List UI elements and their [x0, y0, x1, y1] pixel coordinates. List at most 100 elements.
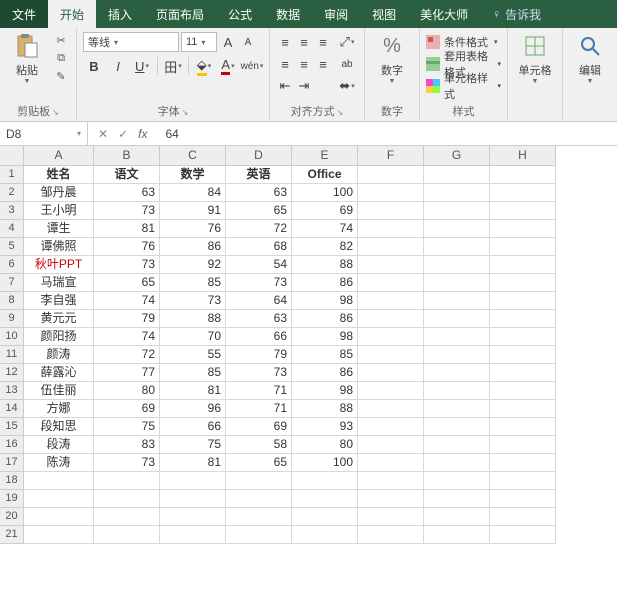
cell[interactable]: 71 — [226, 382, 292, 400]
cell[interactable] — [424, 202, 490, 220]
cell[interactable] — [424, 382, 490, 400]
cell[interactable]: 71 — [226, 400, 292, 418]
bold-button[interactable]: B — [83, 56, 105, 76]
select-all-corner[interactable] — [0, 146, 24, 166]
cell[interactable] — [226, 490, 292, 508]
row-header[interactable]: 17 — [0, 454, 24, 472]
cell[interactable]: 86 — [292, 310, 358, 328]
cell[interactable] — [358, 238, 424, 256]
cell[interactable]: 86 — [160, 238, 226, 256]
spreadsheet-grid[interactable]: ABCDEFGH 1姓名语文数学英语Office2邹丹晨6384631003王小… — [0, 146, 617, 544]
cell[interactable] — [490, 526, 556, 544]
cell[interactable] — [94, 508, 160, 526]
cell[interactable]: 79 — [94, 310, 160, 328]
tab-insert[interactable]: 插入 — [96, 0, 144, 28]
row-header[interactable]: 1 — [0, 166, 24, 184]
cell[interactable]: 86 — [292, 364, 358, 382]
cell[interactable]: 马瑞宣 — [24, 274, 94, 292]
cell[interactable] — [94, 526, 160, 544]
row-header[interactable]: 11 — [0, 346, 24, 364]
font-color-button[interactable]: A▾ — [217, 56, 239, 76]
cell[interactable]: 98 — [292, 328, 358, 346]
cell[interactable] — [358, 310, 424, 328]
cell[interactable] — [490, 184, 556, 202]
cell[interactable] — [358, 364, 424, 382]
border-button[interactable]: 田▾ — [162, 56, 184, 76]
cell[interactable] — [490, 418, 556, 436]
cell[interactable]: 64 — [226, 292, 292, 310]
cell[interactable] — [424, 508, 490, 526]
row-header[interactable]: 10 — [0, 328, 24, 346]
dialog-launcher-icon[interactable]: ↘ — [182, 108, 189, 117]
cell[interactable] — [358, 526, 424, 544]
cell[interactable] — [358, 400, 424, 418]
cell[interactable]: 李自强 — [24, 292, 94, 310]
cell[interactable]: 54 — [226, 256, 292, 274]
cell[interactable] — [424, 400, 490, 418]
cancel-formula-button[interactable]: ✕ — [98, 127, 108, 141]
cell[interactable]: 88 — [292, 400, 358, 418]
cell[interactable]: 81 — [160, 382, 226, 400]
cell[interactable] — [490, 220, 556, 238]
cell[interactable] — [358, 274, 424, 292]
cell[interactable] — [490, 436, 556, 454]
cell[interactable]: 86 — [292, 274, 358, 292]
cell[interactable]: 邹丹晨 — [24, 184, 94, 202]
row-header[interactable]: 16 — [0, 436, 24, 454]
fx-button[interactable]: fx — [138, 127, 147, 141]
tab-review[interactable]: 审阅 — [312, 0, 360, 28]
formula-input[interactable]: 64 — [157, 127, 186, 141]
cell[interactable]: 数学 — [160, 166, 226, 184]
cell[interactable]: 谭佛照 — [24, 238, 94, 256]
tell-me[interactable]: ♀告诉我 — [480, 0, 553, 28]
cell[interactable]: 颜涛 — [24, 346, 94, 364]
cell[interactable]: 85 — [292, 346, 358, 364]
paste-button[interactable]: 粘贴 ▼ — [6, 32, 48, 85]
cell[interactable]: 69 — [292, 202, 358, 220]
font-size-dropdown[interactable]: 11▾ — [181, 32, 217, 52]
cell[interactable] — [94, 490, 160, 508]
cell[interactable]: 73 — [226, 364, 292, 382]
cell[interactable] — [424, 184, 490, 202]
cell[interactable] — [226, 472, 292, 490]
cell[interactable] — [424, 256, 490, 274]
font-name-dropdown[interactable]: 等线▾ — [83, 32, 179, 52]
cell[interactable]: 72 — [226, 220, 292, 238]
row-header[interactable]: 15 — [0, 418, 24, 436]
orientation-button[interactable]: ⤢▾ — [336, 32, 358, 52]
cell[interactable]: 92 — [160, 256, 226, 274]
cell[interactable] — [490, 454, 556, 472]
align-middle-button[interactable]: ≡ — [295, 32, 313, 52]
cell[interactable]: 63 — [226, 184, 292, 202]
cell[interactable] — [424, 526, 490, 544]
cell[interactable] — [358, 418, 424, 436]
cell[interactable] — [292, 508, 358, 526]
row-header[interactable]: 2 — [0, 184, 24, 202]
cell[interactable]: 74 — [94, 328, 160, 346]
fill-color-button[interactable]: ⬙▾ — [193, 56, 215, 76]
cell[interactable]: 63 — [94, 184, 160, 202]
cell[interactable]: 72 — [94, 346, 160, 364]
cell[interactable]: 颜阳扬 — [24, 328, 94, 346]
cell[interactable]: 85 — [160, 364, 226, 382]
cell[interactable]: 80 — [94, 382, 160, 400]
cell[interactable] — [424, 472, 490, 490]
cell[interactable]: 74 — [94, 292, 160, 310]
row-header[interactable]: 13 — [0, 382, 24, 400]
tab-home[interactable]: 开始 — [48, 0, 96, 28]
cell[interactable]: 96 — [160, 400, 226, 418]
cell[interactable]: 陈涛 — [24, 454, 94, 472]
cell[interactable]: 73 — [94, 454, 160, 472]
dialog-launcher-icon[interactable]: ↘ — [337, 108, 344, 117]
cell[interactable]: 91 — [160, 202, 226, 220]
cell[interactable] — [160, 526, 226, 544]
cell[interactable] — [358, 220, 424, 238]
row-header[interactable]: 6 — [0, 256, 24, 274]
cell[interactable]: 81 — [94, 220, 160, 238]
column-header[interactable]: F — [358, 146, 424, 166]
cells-button[interactable]: 单元格 ▼ — [514, 32, 556, 85]
cell[interactable]: 69 — [94, 400, 160, 418]
cell[interactable] — [490, 166, 556, 184]
cell[interactable] — [424, 328, 490, 346]
increase-font-button[interactable]: A — [219, 32, 237, 52]
